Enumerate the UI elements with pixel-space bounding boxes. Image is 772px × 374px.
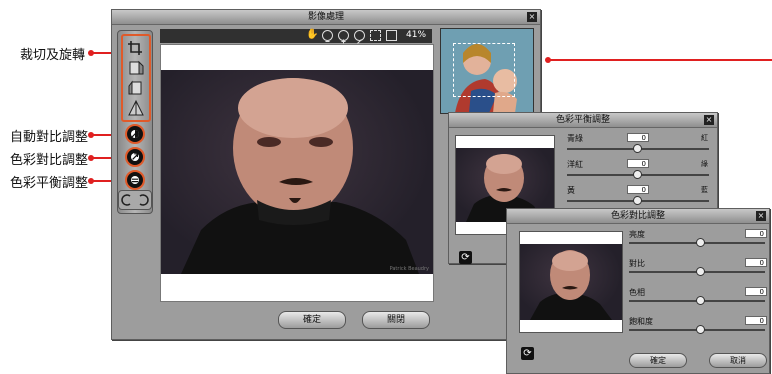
zoom-in-icon[interactable] (338, 30, 349, 44)
refresh-icon[interactable]: ⟳ (459, 251, 472, 264)
color-contrast-icon[interactable] (125, 147, 145, 167)
slider-label: 色相 (629, 288, 645, 297)
slider-left-label: 黃 (567, 186, 575, 195)
window-title: 色彩平衡調整 (555, 115, 610, 125)
ok-button[interactable]: 確定 (278, 311, 346, 329)
callout-color-balance: 色彩平衡調整 (10, 176, 89, 191)
slider-label: 飽和度 (629, 317, 653, 326)
cancel-button[interactable]: 取消 (709, 353, 767, 368)
flip-vertical-icon[interactable] (126, 79, 146, 97)
slider-knob[interactable] (633, 196, 642, 205)
slider-value[interactable]: 0 (745, 316, 767, 325)
auto-contrast-icon[interactable] (125, 124, 145, 144)
refresh-icon[interactable]: ⟳ (521, 347, 534, 360)
flip-horizontal-icon[interactable] (126, 59, 146, 77)
man-portrait (181, 78, 419, 274)
photo-watermark: Patrick Beaudry (389, 266, 429, 272)
color-contrast-window: 色彩對比調整 × 亮度 0 對比 0 色相 0 飽和度 0 ⟳ 確定 取消 (506, 208, 770, 374)
close-icon[interactable]: × (756, 211, 766, 221)
callout-crop-rotate: 裁切及旋轉 (20, 48, 86, 63)
undo-redo-buttons[interactable] (118, 190, 152, 210)
slider-value[interactable]: 0 (627, 133, 649, 142)
zoom-level: 41% (406, 30, 427, 40)
slider-label: 亮度 (629, 230, 645, 239)
callout-auto-contrast: 自動對比調整 (10, 130, 89, 145)
title-bar: 色彩平衡調整 × (449, 113, 717, 128)
hand-icon[interactable]: ✋ (306, 29, 318, 41)
slider-knob[interactable] (696, 238, 705, 247)
slider-right-label: 藍 (701, 186, 708, 194)
window-title: 色彩對比調整 (610, 211, 665, 221)
callout-color-contrast: 色彩對比調整 (10, 153, 89, 168)
slider-left-label: 洋紅 (567, 160, 583, 169)
fit-icon[interactable] (370, 30, 381, 41)
slider-value[interactable]: 0 (745, 229, 767, 238)
zoom-toolbar: ✋ 41% (160, 29, 432, 44)
actual-size-icon[interactable] (386, 30, 397, 41)
title-bar: 色彩對比調整 × (507, 209, 769, 224)
zoom-out-icon[interactable] (322, 30, 333, 43)
image-canvas[interactable]: Patrick Beaudry (160, 44, 434, 302)
slider-right-label: 紅 (701, 134, 708, 142)
tool-panel (117, 30, 153, 214)
navigator-thumbnail[interactable] (440, 28, 534, 114)
close-icon[interactable]: × (527, 12, 537, 22)
slider-right-label: 綠 (701, 160, 708, 168)
slider-value[interactable]: 0 (745, 258, 767, 267)
crop-rotate-group (121, 34, 151, 122)
slider-value[interactable]: 0 (627, 185, 649, 194)
no-zoom-icon[interactable] (354, 30, 365, 44)
window-title: 影像處理 (307, 12, 344, 22)
slider-left-label: 青綠 (567, 134, 583, 143)
slider-knob[interactable] (696, 325, 705, 334)
portrait-photo: Patrick Beaudry (161, 70, 433, 274)
slider-value[interactable]: 0 (627, 159, 649, 168)
color-balance-icon[interactable] (125, 170, 145, 190)
crop-icon[interactable] (126, 39, 146, 57)
ok-button[interactable]: 確定 (629, 353, 687, 368)
slider-knob[interactable] (696, 267, 705, 276)
slider-knob[interactable] (696, 296, 705, 305)
title-bar: 影像處理 × (112, 10, 540, 25)
close-button[interactable]: 關閉 (362, 311, 430, 329)
contrast-preview (519, 231, 623, 333)
close-icon[interactable]: × (704, 115, 714, 125)
slider-label: 對比 (629, 259, 645, 268)
slider-value[interactable]: 0 (745, 287, 767, 296)
callout-line (549, 59, 772, 61)
slider-knob[interactable] (633, 170, 642, 179)
slider-knob[interactable] (633, 144, 642, 153)
rotate-icon[interactable] (126, 99, 146, 117)
visible-area-frame[interactable] (453, 43, 515, 97)
